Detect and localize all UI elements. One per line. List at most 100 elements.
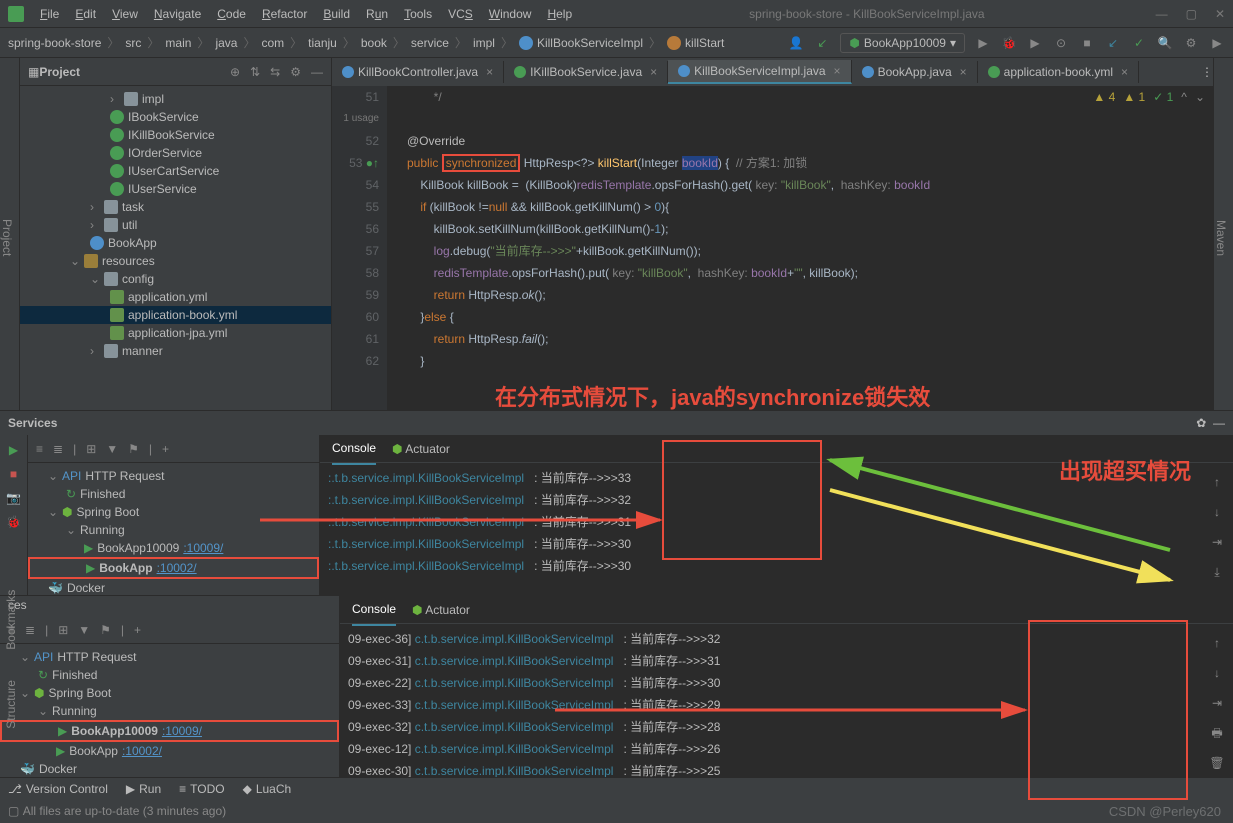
crumb[interactable]: com [261,36,284,50]
add-icon[interactable]: + [162,442,169,456]
run-icon[interactable]: ▶ [975,35,991,51]
crumb[interactable]: spring-book-store [8,36,101,50]
coverage-icon[interactable]: ▶ [1027,35,1043,51]
flag-icon[interactable]: ⚑ [128,442,139,456]
crumb[interactable]: java [215,36,237,50]
expand-icon[interactable]: ⇅ [250,65,260,79]
menu-file[interactable]: File [34,5,65,23]
wrap-icon[interactable]: ⇥ [1212,531,1222,553]
play-icon[interactable]: ▶ [1209,35,1225,51]
project-tab-label[interactable]: Project [0,219,14,256]
run-config-dropdown[interactable]: ⬢ BookApp10009 ▾ [840,33,965,53]
svc-finished[interactable]: Finished [52,668,97,682]
svc-app[interactable]: BookApp10009 [97,541,179,555]
close-icon[interactable]: ✕ [1215,7,1225,21]
crumb[interactable]: impl [473,36,495,50]
menu-run[interactable]: Run [360,5,394,23]
tree-iface[interactable]: IKillBookService [128,128,215,142]
svc-running[interactable]: Running [80,523,125,537]
crumb[interactable]: tianju [308,36,337,50]
actuator-tab[interactable]: ⬢ Actuator [412,595,470,625]
menu-help[interactable]: Help [541,5,578,23]
print-icon[interactable]: 🖶 [1211,722,1222,744]
svc-http[interactable]: HTTP Request [85,469,164,483]
tree-iface[interactable]: IUserService [128,182,197,196]
svc-port-link[interactable]: :10009/ [183,541,223,555]
down-icon[interactable]: ↓ [1214,501,1220,523]
more-tabs-icon[interactable]: ⋮ [1201,65,1213,79]
maximize-icon[interactable]: ▢ [1186,7,1197,21]
grid-icon[interactable]: ⊞ [86,442,96,456]
tree-folder[interactable]: task [122,200,144,214]
menu-window[interactable]: Window [483,5,538,23]
structure-tab[interactable]: Structure [2,680,18,729]
tree-folder[interactable]: manner [122,344,163,358]
svc-app-highlighted[interactable]: BookApp [99,561,152,575]
svc-app-highlighted[interactable]: BookApp10009 [71,724,158,738]
add-icon[interactable]: + [134,623,141,637]
bookmarks-tab[interactable]: Bookmarks [2,590,18,650]
maven-tab[interactable]: Maven [1214,220,1228,256]
grid-icon[interactable]: ⊞ [58,623,68,637]
close-tab-icon[interactable]: × [650,65,657,79]
settings-icon[interactable]: ⚙ [1183,35,1199,51]
down-icon[interactable]: ↓ [1214,662,1220,684]
menu-refactor[interactable]: Refactor [256,5,313,23]
tree-file[interactable]: application-jpa.yml [128,326,227,340]
console-2[interactable]: Console ⬢ Actuator 09-exec-36] c.t.b.ser… [340,596,1233,805]
tab[interactable]: BookApp.java× [852,61,978,83]
trash-icon[interactable]: 🗑 [1209,752,1224,774]
hide-icon[interactable]: — [1213,416,1225,430]
tree-iface[interactable]: IBookService [128,110,199,124]
tree-iface[interactable]: IOrderService [128,146,202,160]
debug-icon[interactable]: 🐞 [1001,35,1017,51]
run-icon[interactable]: ▶ [5,441,23,459]
filter-icon[interactable]: ▼ [106,442,118,456]
align2-icon[interactable]: ≣ [25,623,35,637]
camera-icon[interactable]: 📷 [5,489,23,507]
left-tool-strip[interactable]: Project [0,58,20,410]
select-opened-icon[interactable]: ⊕ [230,65,240,79]
actuator-tab[interactable]: ⬢ Actuator [392,434,450,464]
svc-port-link[interactable]: :10002/ [157,561,197,575]
console-tab[interactable]: Console [332,433,376,465]
search-icon[interactable]: 🔍 [1157,35,1173,51]
svc-docker[interactable]: Docker [39,762,77,776]
console-tab[interactable]: Console [352,594,396,626]
git-update-icon[interactable]: ↙ [1105,35,1121,51]
project-tree[interactable]: ›impl IBookService IKillBookService IOrd… [20,86,331,410]
tree-file-selected[interactable]: application-book.yml [128,308,237,322]
tree-iface[interactable]: IUserCartService [128,164,219,178]
tab[interactable]: application-book.yml× [978,61,1139,83]
wrap-icon[interactable]: ⇥ [1212,692,1222,714]
align-icon[interactable]: ≡ [36,442,43,456]
menu-vcs[interactable]: VCS [442,5,479,23]
svc-spring[interactable]: Spring Boot [76,505,139,519]
tree-folder-resources[interactable]: resources [102,254,155,268]
lua-button[interactable]: ◆ LuaCh [243,782,292,796]
close-tab-icon[interactable]: × [1121,65,1128,79]
svc-finished[interactable]: Finished [80,487,125,501]
hide-icon[interactable]: — [311,65,323,79]
menu-navigate[interactable]: Navigate [148,5,207,23]
menu-build[interactable]: Build [317,5,356,23]
gear-icon[interactable]: ✿ [1196,416,1206,430]
debug-icon[interactable]: 🐞 [5,513,23,531]
stop-icon[interactable]: ■ [5,465,23,483]
flag-icon[interactable]: ⚑ [100,623,111,637]
services-tree[interactable]: ≡ ≣ | ⊞ ▼ ⚑ | + ⌄API HTTP Request ↻ Fini… [28,435,320,595]
crumb[interactable]: src [125,36,141,50]
crumb[interactable]: book [361,36,387,50]
tree-file[interactable]: application.yml [128,290,207,304]
tree-folder[interactable]: config [122,272,154,286]
tab[interactable]: IKillBookService.java× [504,61,668,83]
menu-tools[interactable]: Tools [398,5,438,23]
scroll-icon[interactable]: ⤓ [1214,561,1219,583]
tab-active[interactable]: KillBookServiceImpl.java× [668,60,851,84]
up-icon[interactable]: ↑ [1214,471,1220,493]
run-button[interactable]: ▶ Run [126,782,161,796]
svc-http[interactable]: HTTP Request [57,650,136,664]
svc-spring[interactable]: Spring Boot [48,686,111,700]
menu-edit[interactable]: Edit [69,5,102,23]
close-tab-icon[interactable]: × [486,65,493,79]
